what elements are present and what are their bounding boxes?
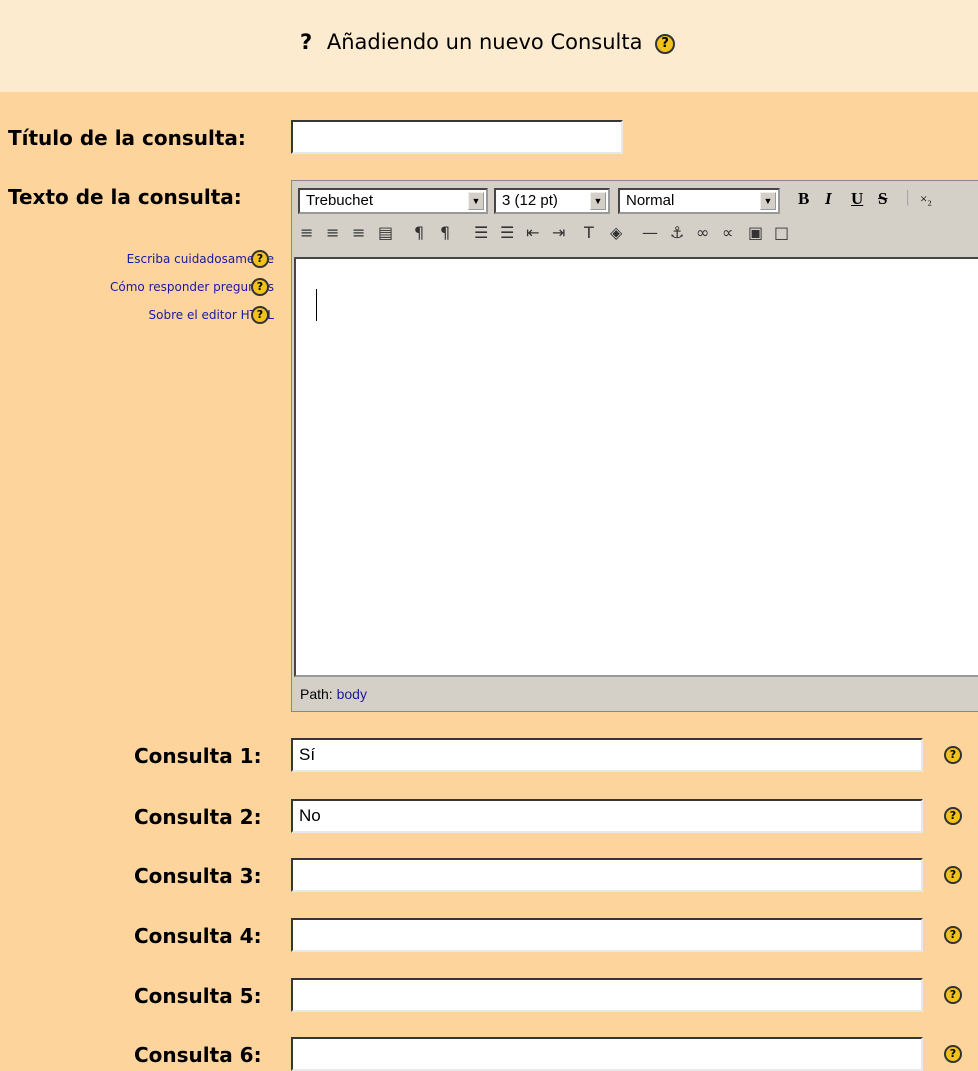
help-icon[interactable]: ? bbox=[944, 866, 962, 884]
indent-icon[interactable]: ⇥ bbox=[552, 223, 565, 242]
outdent-icon[interactable]: ⇤ bbox=[526, 223, 539, 242]
titulo-input[interactable] bbox=[291, 120, 623, 154]
consulta-4-label: Consulta 4: bbox=[134, 924, 262, 948]
anchor-icon[interactable]: ⚓ bbox=[670, 223, 684, 242]
help-icon[interactable]: ? bbox=[944, 1045, 962, 1063]
image-icon[interactable]: ▣ bbox=[748, 223, 763, 242]
help-icon[interactable]: ? bbox=[944, 926, 962, 944]
chevron-down-icon: ▼ bbox=[760, 192, 776, 210]
format-select-value: Normal bbox=[626, 192, 675, 209]
help-icon[interactable]: ? bbox=[944, 746, 962, 764]
horizontal-rule-icon[interactable]: — bbox=[642, 223, 658, 242]
consulta-1-input[interactable] bbox=[291, 738, 923, 772]
underline-button[interactable]: U bbox=[851, 189, 863, 209]
align-right-icon[interactable]: ≡ bbox=[352, 223, 365, 242]
page-title: ? Añadiendo un nuevo Consulta ? bbox=[300, 30, 676, 54]
table-icon[interactable]: □ bbox=[774, 223, 789, 242]
help-icon[interactable]: ? bbox=[251, 306, 269, 324]
size-select[interactable]: 3 (12 pt) ▼ bbox=[494, 188, 610, 214]
rtl-icon[interactable]: ¶ bbox=[440, 223, 450, 242]
chevron-down-icon: ▼ bbox=[468, 192, 484, 210]
ltr-icon[interactable]: ¶ bbox=[414, 223, 424, 242]
consulta-2-input[interactable] bbox=[291, 799, 923, 833]
titulo-label: Título de la consulta: bbox=[8, 126, 246, 150]
help-icon[interactable]: ? bbox=[655, 34, 676, 54]
bg-color-icon[interactable]: ◈ bbox=[610, 223, 622, 242]
toolbar-separator: | bbox=[906, 187, 910, 206]
consulta-3-label: Consulta 3: bbox=[134, 864, 262, 888]
texto-label: Texto de la consulta: bbox=[8, 185, 242, 209]
consulta-6-label: Consulta 6: bbox=[134, 1043, 262, 1067]
bold-button[interactable]: B bbox=[798, 189, 809, 209]
page-header: ? Añadiendo un nuevo Consulta ? bbox=[0, 0, 978, 92]
subscript-button[interactable]: ×₂ bbox=[920, 191, 932, 207]
font-select[interactable]: Trebuchet ▼ bbox=[298, 188, 488, 214]
format-select[interactable]: Normal ▼ bbox=[618, 188, 780, 214]
align-center-icon[interactable]: ≡ bbox=[326, 223, 339, 242]
text-color-icon[interactable]: T bbox=[584, 223, 594, 242]
help-icon[interactable]: ? bbox=[251, 278, 269, 296]
ordered-list-icon[interactable]: ☰ bbox=[474, 223, 488, 242]
path-label: Path: bbox=[300, 686, 333, 702]
italic-button[interactable]: I bbox=[825, 189, 832, 209]
align-left-icon[interactable]: ≡ bbox=[300, 223, 313, 242]
html-editor: Trebuchet ▼ 3 (12 pt) ▼ Normal ▼ B I U S… bbox=[291, 180, 978, 712]
unordered-list-icon[interactable]: ☰ bbox=[500, 223, 514, 242]
justify-icon[interactable]: ▤ bbox=[378, 223, 393, 242]
path-body-link[interactable]: body bbox=[337, 686, 367, 702]
text-caret bbox=[316, 289, 317, 321]
font-select-value: Trebuchet bbox=[306, 192, 373, 209]
question-icon: ? bbox=[300, 30, 313, 54]
consulta-2-label: Consulta 2: bbox=[134, 805, 262, 829]
consulta-4-input[interactable] bbox=[291, 918, 923, 952]
link-icon[interactable]: ∞ bbox=[696, 223, 709, 242]
size-select-value: 3 (12 pt) bbox=[502, 192, 558, 209]
help-icon[interactable]: ? bbox=[944, 986, 962, 1004]
consulta-5-label: Consulta 5: bbox=[134, 984, 262, 1008]
help-icon[interactable]: ? bbox=[251, 250, 269, 268]
chevron-down-icon: ▼ bbox=[590, 192, 606, 210]
page-title-text: Añadiendo un nuevo Consulta bbox=[326, 30, 643, 54]
consulta-5-input[interactable] bbox=[291, 978, 923, 1012]
unlink-icon[interactable]: ∝ bbox=[722, 223, 733, 242]
strikethrough-button[interactable]: S bbox=[878, 189, 887, 209]
consulta-3-input[interactable] bbox=[291, 858, 923, 892]
editor-content-area[interactable] bbox=[294, 257, 978, 677]
consulta-1-label: Consulta 1: bbox=[134, 744, 262, 768]
editor-path-bar: Path: body bbox=[294, 681, 367, 707]
help-icon[interactable]: ? bbox=[944, 807, 962, 825]
help-link-responder[interactable]: Cómo responder preguntas bbox=[110, 280, 274, 294]
